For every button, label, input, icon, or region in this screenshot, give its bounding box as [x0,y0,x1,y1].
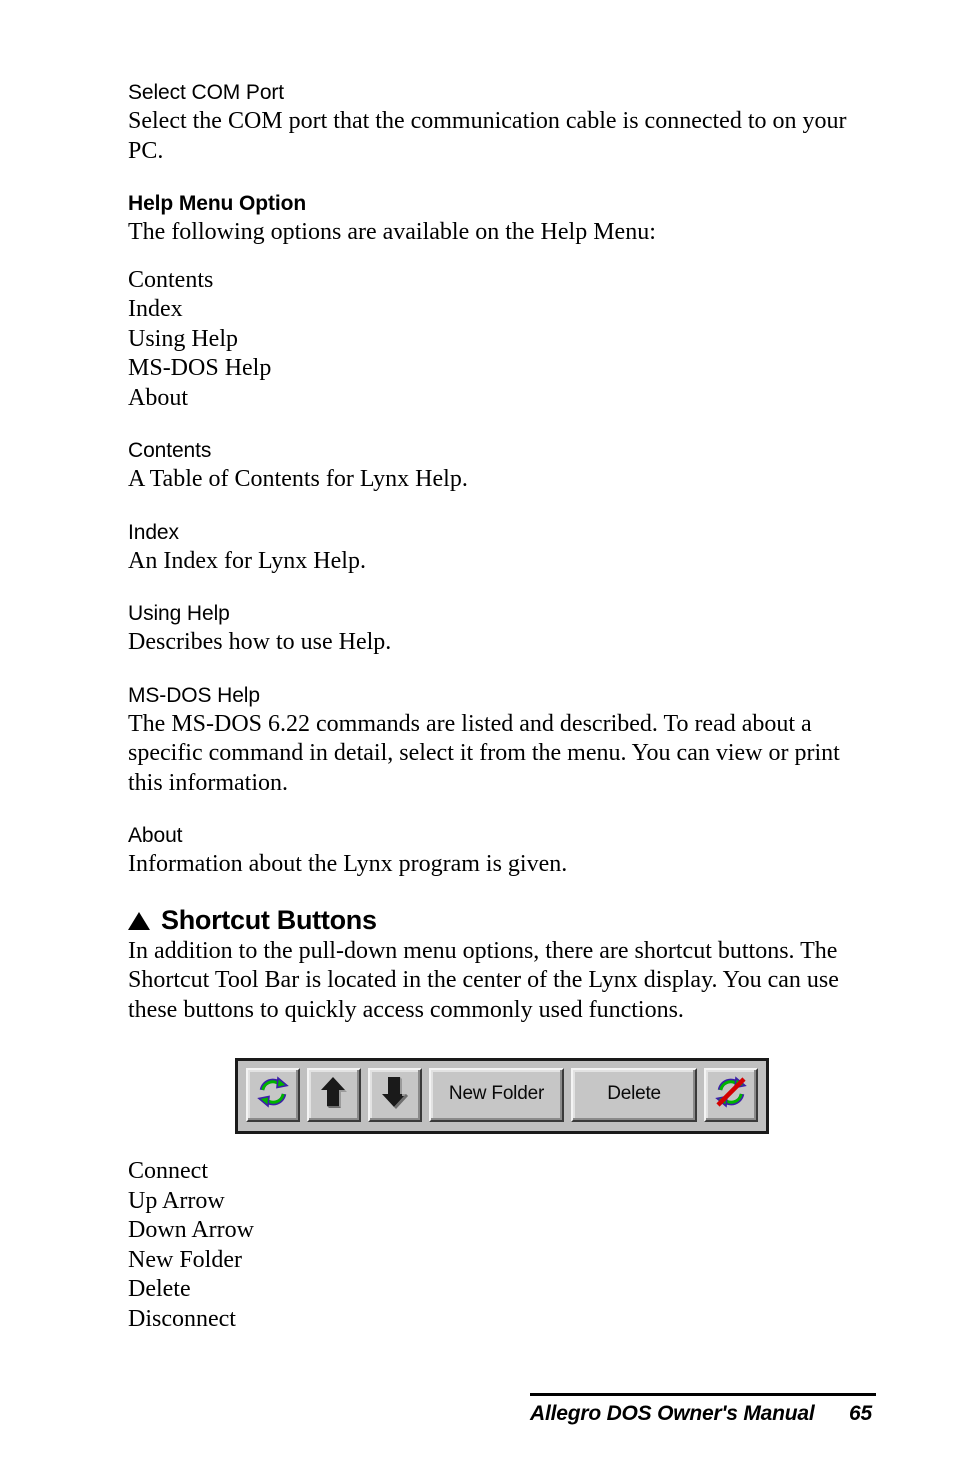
heading-select-com-port: Select COM Port [128,81,285,104]
section-using-help: Using Help Describes how to use Help. [128,599,876,658]
body-index: An Index for Lynx Help. [128,547,366,574]
triangle-bullet-icon [128,911,150,930]
list-item: Disconnect [128,1305,236,1332]
list-item: About [128,384,188,411]
body-contents: A Table of Contents for Lynx Help. [128,466,468,492]
section-about: About Information about the Lynx program… [128,821,876,880]
connect-button[interactable] [245,1068,300,1122]
new-folder-button-label: New Folder [448,1083,545,1104]
list-item: New Folder [128,1246,242,1273]
section-shortcut-buttons: Shortcut Buttons In addition to the pull… [128,903,876,1026]
section-heading-label: Shortcut Buttons [161,904,377,935]
section-ms-dos-help: MS-DOS Help The MS-DOS 6.22 commands are… [128,681,876,799]
body-shortcut-buttons: In addition to the pull-down menu option… [128,937,839,1023]
list-item: Using Help [128,325,238,352]
page-title-shortcut-buttons: Shortcut Buttons [128,903,876,937]
footer-page-number: 65 [849,1402,872,1425]
page-footer: Allegro DOS Owner's Manual 65 [530,1393,876,1426]
heading-ms-dos-help: MS-DOS Help [128,683,260,707]
new-folder-button[interactable]: New Folder [428,1068,565,1122]
footer-row: Allegro DOS Owner's Manual 65 [530,1396,876,1426]
shortcut-toolbar-figure: New Folder Delete [128,1058,876,1134]
arrow-up-icon [319,1075,349,1115]
body-select-com-port: Select the COM port that the communicati… [128,108,847,164]
section-contents: Contents A Table of Contents for Lynx He… [128,436,876,495]
manual-page: Select COM Port Select the COM port that… [0,0,954,1475]
down-arrow-button[interactable] [367,1068,422,1122]
arrow-down-icon [380,1075,410,1115]
body-help-menu-option-intro: The following options are available on t… [128,219,656,245]
refresh-cycle-icon [256,1075,290,1115]
section-help-menu-option: Help Menu Option The following options a… [128,189,876,413]
list-item: Down Arrow [128,1217,254,1243]
page-content: Select COM Port Select the COM port that… [128,78,876,1334]
delete-button-label: Delete [607,1083,661,1104]
disconnect-button[interactable] [704,1068,759,1122]
body-using-help: Describes how to use Help. [128,629,392,655]
list-item: MS-DOS Help [128,355,272,381]
up-arrow-button[interactable] [306,1068,361,1122]
delete-button[interactable]: Delete [571,1068,698,1122]
heading-contents: Contents [128,439,212,462]
list-item: Delete [128,1276,191,1302]
help-menu-options-list: Contents Index Using Help MS-DOS Help Ab… [128,266,876,414]
section-index: Index An Index for Lynx Help. [128,518,876,577]
heading-index: Index [128,520,179,544]
section-select-com-port: Select COM Port Select the COM port that… [128,78,876,166]
shortcut-button-names-list: Connect Up Arrow Down Arrow New Folder D… [128,1157,876,1334]
footer-manual-title: Allegro DOS Owner's Manual [530,1402,815,1425]
heading-using-help: Using Help [128,602,230,625]
shortcut-tool-bar: New Folder Delete [234,1058,770,1134]
body-ms-dos-help: The MS-DOS 6.22 commands are listed and … [128,710,840,796]
list-item: Index [128,296,183,322]
refresh-cycle-slashed-icon [714,1075,748,1115]
list-item: Connect [128,1158,208,1184]
list-item: Contents [128,266,214,293]
heading-help-menu-option: Help Menu Option [128,192,307,215]
heading-about: About [128,824,183,847]
list-item: Up Arrow [128,1187,225,1214]
body-about: Information about the Lynx program is gi… [128,851,568,877]
